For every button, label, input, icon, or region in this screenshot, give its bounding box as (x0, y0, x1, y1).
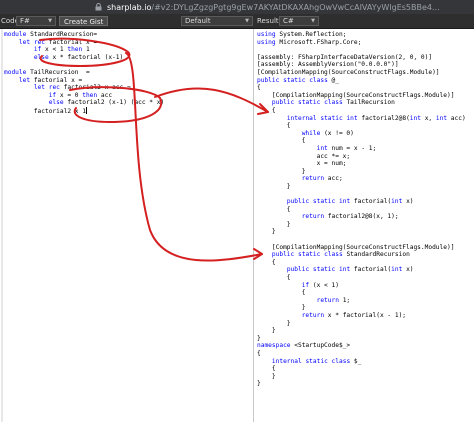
right-line: } (257, 228, 276, 236)
left-line: module TailRecursion = (4, 68, 90, 76)
right-line: } (257, 304, 306, 312)
left-line: ​ (4, 61, 164, 69)
right-line: } (257, 319, 291, 327)
right-line: [assembly: FSharpInterfaceDataVersion(2,… (257, 53, 433, 61)
editor-gutter (1, 29, 3, 422)
lock-icon (95, 3, 103, 11)
right-line: using Microsoft.FSharp.Core; (257, 38, 362, 46)
right-line: [assembly: AssemblyVersion("0.0.0.0")] (257, 61, 399, 69)
right-line: } (257, 182, 291, 190)
mode-select[interactable]: Default ▼ (181, 16, 253, 26)
chevron-down-icon: ▼ (245, 18, 249, 24)
fsharp-code-editor[interactable]: module StandardRecursion= let rec factor… (0, 29, 254, 422)
right-line: { (257, 365, 276, 373)
csharp-results-view[interactable]: using System.Reflection; using Microsoft.… (254, 29, 474, 422)
right-line: return acc; (301, 175, 343, 183)
text-cursor (85, 106, 87, 114)
right-line: [CompilationMapping(SourceConstructFlags… (257, 68, 440, 76)
right-line: { (257, 122, 291, 130)
chevron-down-icon: ▼ (311, 18, 315, 24)
right-line: } (257, 372, 276, 380)
right-line: while (x != 0) (301, 129, 354, 137)
results-language-select[interactable]: C# ▼ (279, 16, 319, 26)
csharp-code: using System.Reflection; using Microsoft.… (257, 31, 466, 388)
right-line: if (x < 1) (301, 281, 339, 289)
right-line: [CompilationMapping(SourceConstructFlags… (257, 91, 455, 99)
right-line: } (257, 327, 276, 335)
left-line: if x = 0 then acc (48, 91, 113, 99)
right-line: public static class StandardRecursion (271, 251, 410, 259)
right-line: using System.Reflection; (257, 31, 347, 38)
chevron-down-icon: ▼ (48, 18, 52, 24)
right-line: { (257, 289, 306, 297)
right-line: [CompilationMapping(SourceConstructFlags… (257, 243, 455, 251)
right-line: { (257, 84, 261, 92)
right-line: int num = x - 1; (316, 144, 377, 152)
right-line: return x * factorial(x - 1); (301, 311, 407, 319)
right-line: { (257, 274, 291, 281)
right-line: namespace <StartupCode$_> (257, 342, 351, 350)
right-line: ​ (257, 46, 466, 54)
right-line: acc *= x; (257, 152, 351, 160)
left-line: let rec factorial x = (18, 38, 98, 46)
right-line: return 1; (316, 296, 351, 304)
right-line: } (257, 334, 261, 342)
left-line: module StandardRecursion= (4, 31, 98, 38)
right-line: public static int factorial(int x) (286, 266, 414, 274)
address-url[interactable]: sharplab.io/#v2:DYLgZgzgPgtg9gEw7AKYAtDK… (107, 3, 440, 12)
left-line: factorial2 x 1 (4, 106, 87, 115)
browser-address-bar: sharplab.io/#v2:DYLgZgzgPgtg9gEw7AKYAtDK… (0, 0, 474, 14)
left-line: else factorial2 (x-1) (acc * x) (48, 99, 165, 107)
right-line: public static class TailRecursion (271, 99, 395, 107)
left-line: if x < 1 then 1 (33, 46, 90, 54)
left-line: let factorial x = (18, 76, 83, 84)
right-line: internal static int factorial2@8(int x, … (286, 114, 466, 122)
fsharp-code: module StandardRecursion= let rec factor… (4, 31, 164, 115)
right-line: public static class @_ (257, 76, 340, 84)
right-line: public static int factorial(int x) (286, 198, 414, 206)
right-line: } (257, 220, 291, 228)
right-line: { (257, 137, 306, 145)
right-line: } (257, 380, 261, 388)
right-line: { (257, 349, 261, 357)
right-line: x = num; (257, 160, 347, 168)
left-line: else x * factorial (x-1) (33, 53, 124, 61)
right-line: } (257, 167, 306, 175)
right-line: return factorial2@8(x, 1); (301, 213, 399, 221)
right-line: { (257, 106, 276, 114)
right-line: { (257, 205, 291, 213)
create-gist-button[interactable]: Create Gist (59, 16, 109, 26)
right-line: { (257, 258, 276, 266)
right-line: ​ (257, 236, 466, 244)
app-toolbar: Code F# ▼ Create Gist Default ▼ Results … (0, 14, 474, 29)
code-language-select[interactable]: F# ▼ (16, 16, 56, 26)
left-line: let rec factorial2 x acc = (33, 84, 131, 92)
right-line: internal static class $_ (271, 357, 362, 365)
right-line: ​ (257, 190, 466, 198)
